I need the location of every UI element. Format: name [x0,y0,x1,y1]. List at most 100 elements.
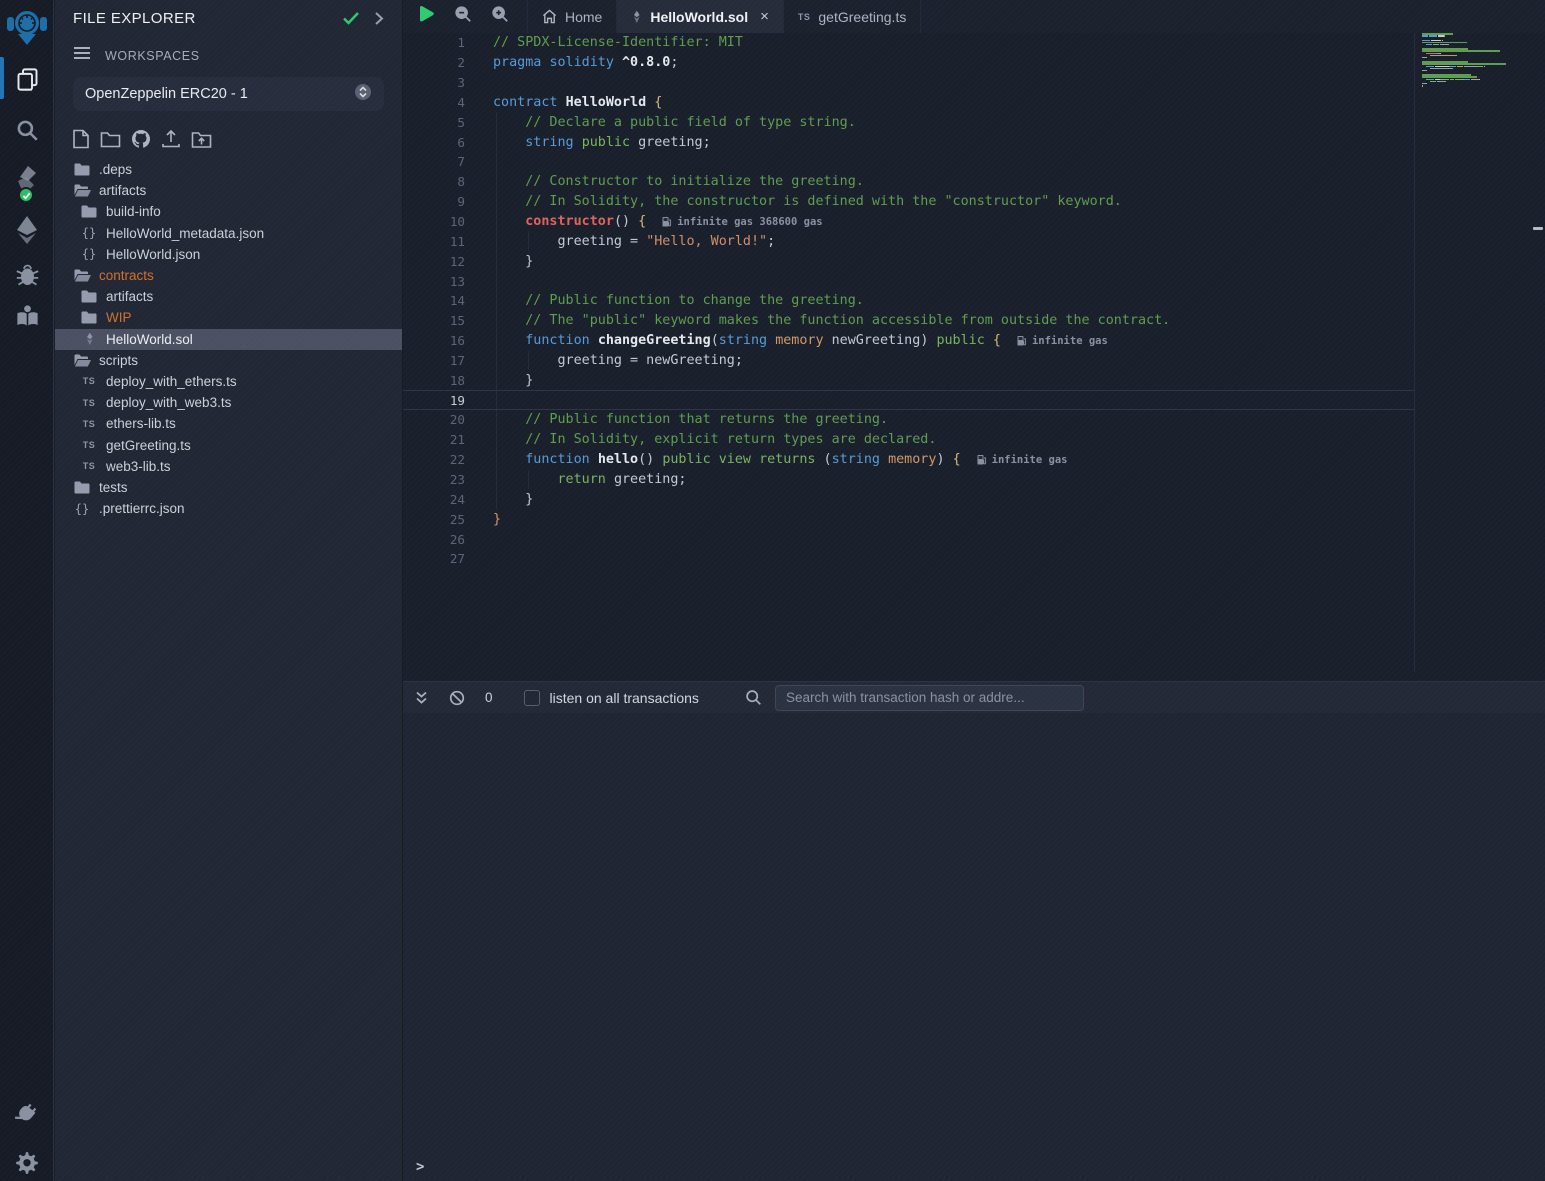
code-line-23[interactable]: 23 return greeting; [403,470,1414,490]
tree-item-label: getGreeting.ts [106,438,191,453]
code-line-1[interactable]: 1// SPDX-License-Identifier: MIT [403,33,1414,53]
remix-logo[interactable] [0,4,54,50]
code-editor[interactable]: 1// SPDX-License-Identifier: MIT2pragma … [403,33,1545,681]
folder-icon [79,290,99,303]
code-line-10[interactable]: 10 constructor() {infinite gas 368600 ga… [403,212,1414,232]
accept-check-icon[interactable] [342,11,360,25]
line-number: 23 [403,472,493,487]
settings-gear-icon[interactable] [0,1150,54,1176]
tree-item-.prettierrc.json[interactable]: {}.prettierrc.json [55,498,402,519]
deploy-run-icon[interactable] [0,214,54,246]
editor-area: HomeHelloWorld.sol×TSgetGreeting.ts 1// … [403,0,1545,681]
file-explorer-header: FILE EXPLORER [55,0,402,36]
code-line-15[interactable]: 15 // The "public" keyword makes the fun… [403,311,1414,331]
run-script-icon[interactable] [418,5,435,28]
code-text: } [493,373,533,388]
code-line-5[interactable]: 5 // Declare a public field of type stri… [403,112,1414,132]
line-number: 24 [403,492,493,507]
solidity-compiler-icon[interactable] [0,163,54,199]
code-line-19[interactable]: 19 [403,390,1414,410]
tab-getGreeting.ts[interactable]: TSgetGreeting.ts [784,0,921,33]
close-tab-icon[interactable]: × [760,8,769,25]
code-line-18[interactable]: 18 } [403,370,1414,390]
debugger-icon[interactable] [0,261,54,288]
tree-item-deploy_with_ethers.ts[interactable]: TSdeploy_with_ethers.ts [55,371,402,392]
braces-icon: {} [79,226,99,240]
tree-item-WIP[interactable]: WIP [55,307,402,328]
code-line-4[interactable]: 4contract HelloWorld { [403,93,1414,113]
line-number: 10 [403,214,493,229]
new-folder-icon[interactable] [100,130,121,148]
code-line-13[interactable]: 13 [403,271,1414,291]
code-line-26[interactable]: 26 [403,529,1414,549]
code-line-16[interactable]: 16 function changeGreeting(string memory… [403,331,1414,351]
transaction-search-input[interactable] [775,685,1084,711]
code-text: string public greeting; [493,135,711,150]
tree-item-label: WIP [106,310,132,325]
zoom-in-icon[interactable] [491,5,509,28]
code-text: greeting = newGreeting; [493,353,743,368]
terminal-expand-icon[interactable] [414,690,429,705]
learneth-icon[interactable] [0,302,54,329]
tree-item-HelloWorld.sol[interactable]: HelloWorld.sol [55,329,402,350]
line-number: 13 [403,274,493,289]
code-line-3[interactable]: 3 [403,73,1414,93]
workspace-select[interactable]: OpenZeppelin ERC20 - 1 [73,77,384,111]
workspaces-row: WORKSPACES [55,36,402,69]
editor-tabbar: HomeHelloWorld.sol×TSgetGreeting.ts [403,0,1545,33]
code-line-2[interactable]: 2pragma solidity ^0.8.0; [403,53,1414,73]
editor-scrollbar-thumb[interactable] [1533,227,1543,230]
code-line-20[interactable]: 20 // Public function that returns the g… [403,410,1414,430]
tree-item-.deps[interactable]: .deps [55,159,402,180]
plugin-manager-icon[interactable] [0,1100,54,1127]
listen-transactions-checkbox[interactable] [524,690,540,706]
code-text: function changeGreeting(string memory ne… [493,333,1108,348]
code-line-7[interactable]: 7 [403,152,1414,172]
upload-file-icon[interactable] [161,129,181,149]
code-line-11[interactable]: 11 greeting = "Hello, World!"; [403,231,1414,251]
tree-item-getGreeting.ts[interactable]: TSgetGreeting.ts [55,434,402,455]
ts-icon: TS [79,398,99,408]
terminal-content[interactable]: > [403,713,1545,1181]
tree-item-build-info[interactable]: build-info [55,201,402,222]
code-line-17[interactable]: 17 greeting = newGreeting; [403,351,1414,371]
code-line-22[interactable]: 22 function hello() public view returns … [403,450,1414,470]
code-text: // Declare a public field of type string… [493,115,856,130]
tree-item-artifacts[interactable]: artifacts [55,286,402,307]
workspaces-menu-icon[interactable] [73,46,91,65]
clear-console-icon[interactable] [449,690,465,706]
tree-item-label: .deps [99,162,132,177]
tree-item-scripts[interactable]: scripts [55,350,402,371]
tree-item-web3-lib.ts[interactable]: TSweb3-lib.ts [55,456,402,477]
minimap[interactable] [1422,33,1533,92]
code-line-24[interactable]: 24 } [403,489,1414,509]
tree-item-ethers-lib.ts[interactable]: TSethers-lib.ts [55,413,402,434]
search-icon[interactable] [0,117,54,143]
file-explorer-icon[interactable] [0,66,54,93]
upload-folder-icon[interactable] [191,130,212,149]
code-line-9[interactable]: 9 // In Solidity, the constructor is def… [403,192,1414,212]
code-line-14[interactable]: 14 // Public function to change the gree… [403,291,1414,311]
tree-item-HelloWorld_metadata.json[interactable]: {}HelloWorld_metadata.json [55,223,402,244]
tab-Home[interactable]: Home [527,0,617,33]
code-line-25[interactable]: 25} [403,509,1414,529]
code-line-21[interactable]: 21 // In Solidity, explicit return types… [403,430,1414,450]
code-line-27[interactable]: 27 [403,549,1414,569]
code-text: // SPDX-License-Identifier: MIT [493,35,743,50]
clone-github-icon[interactable] [131,129,151,149]
code-line-8[interactable]: 8 // Constructor to initialize the greet… [403,172,1414,192]
tree-item-contracts[interactable]: contracts [55,265,402,286]
tree-item-artifacts[interactable]: artifacts [55,180,402,201]
code-line-12[interactable]: 12 } [403,251,1414,271]
code-line-6[interactable]: 6 string public greeting; [403,132,1414,152]
tree-item-label: scripts [99,353,138,368]
tree-item-deploy_with_web3.ts[interactable]: TSdeploy_with_web3.ts [55,392,402,413]
collapse-panel-chevron-icon[interactable] [374,11,384,26]
tab-HelloWorld.sol[interactable]: HelloWorld.sol× [617,0,784,33]
zoom-out-icon[interactable] [454,5,472,28]
folder-icon [79,311,99,324]
tree-item-tests[interactable]: tests [55,477,402,498]
solidity-icon [631,10,642,24]
tree-item-HelloWorld.json[interactable]: {}HelloWorld.json [55,244,402,265]
new-file-icon[interactable] [72,129,90,149]
